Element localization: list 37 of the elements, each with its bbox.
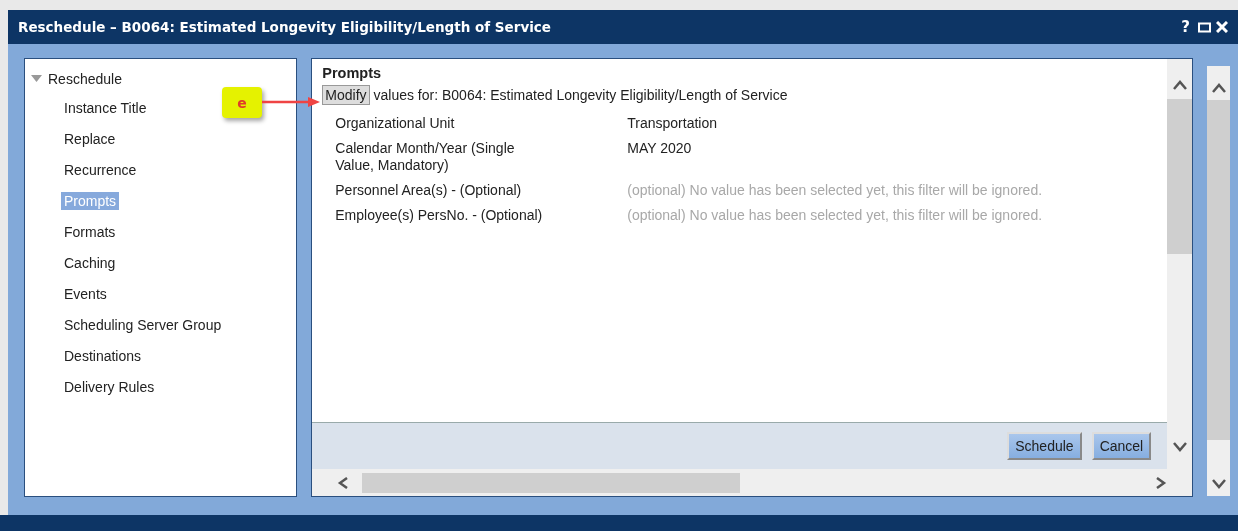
prompt-value: MAY 2020	[627, 140, 693, 158]
vertical-scrollbar[interactable]	[1167, 59, 1193, 469]
tree-item[interactable]: Replace	[61, 129, 119, 148]
window-title: Reschedule – B0064: Estimated Longevity Eligibility/Length of Service	[18, 19, 552, 35]
prompt-name: Calendar Month/Year (Single Value, Mandatory)	[335, 140, 516, 174]
prompt-name: Organizational Unit	[335, 115, 456, 132]
close-icon[interactable]	[1216, 21, 1228, 33]
maximize-icon[interactable]	[1198, 21, 1211, 33]
tree-item[interactable]: Delivery Rules	[61, 377, 158, 396]
tree-item[interactable]: Destinations	[61, 346, 145, 365]
scroll-down-icon[interactable]	[1210, 478, 1227, 490]
schedule-button[interactable]: Schedule	[1007, 432, 1082, 460]
tree-item[interactable]: Formats	[61, 222, 119, 241]
callout-arrow	[262, 96, 322, 108]
scroll-up-icon[interactable]	[1210, 82, 1227, 94]
prompt-name: Personnel Area(s) - (Optional)	[335, 182, 523, 199]
modify-button[interactable]: Modify	[322, 85, 370, 105]
vertical-scrollbar[interactable]	[1207, 66, 1230, 496]
callout-badge: e	[222, 87, 262, 118]
horizontal-scrollbar[interactable]	[312, 469, 1193, 496]
scroll-up-icon[interactable]	[1171, 79, 1188, 91]
prompt-value: (optional) No value has been selected yet, this filter will be ignored.	[627, 182, 1044, 199]
tree-item[interactable]: Reschedule	[48, 71, 122, 87]
section-heading: Prompts	[322, 65, 383, 81]
prompt-value: (optional) No value has been selected yet, this filter will be ignored.	[627, 207, 1044, 224]
tree-item[interactable]: Instance Title	[61, 98, 150, 117]
prompt-name: Employee(s) PersNo. - (Optional)	[335, 207, 544, 224]
tree-item[interactable]: Scheduling Server Group	[61, 315, 225, 334]
intro-text: values for: B0064: Estimated Longevity Eligibility/Length of Service	[373, 87, 788, 103]
tree-item[interactable]: Events	[61, 284, 110, 303]
collapse-arrow-icon[interactable]	[31, 75, 42, 83]
scroll-down-icon[interactable]	[1171, 441, 1188, 453]
cancel-button[interactable]: Cancel	[1091, 432, 1152, 460]
prompt-value: Transportation	[627, 115, 719, 132]
tree-item[interactable]: Recurrence	[61, 160, 140, 179]
help-button[interactable]: ?	[1181, 18, 1190, 36]
tree-item[interactable]: Caching	[61, 253, 119, 272]
